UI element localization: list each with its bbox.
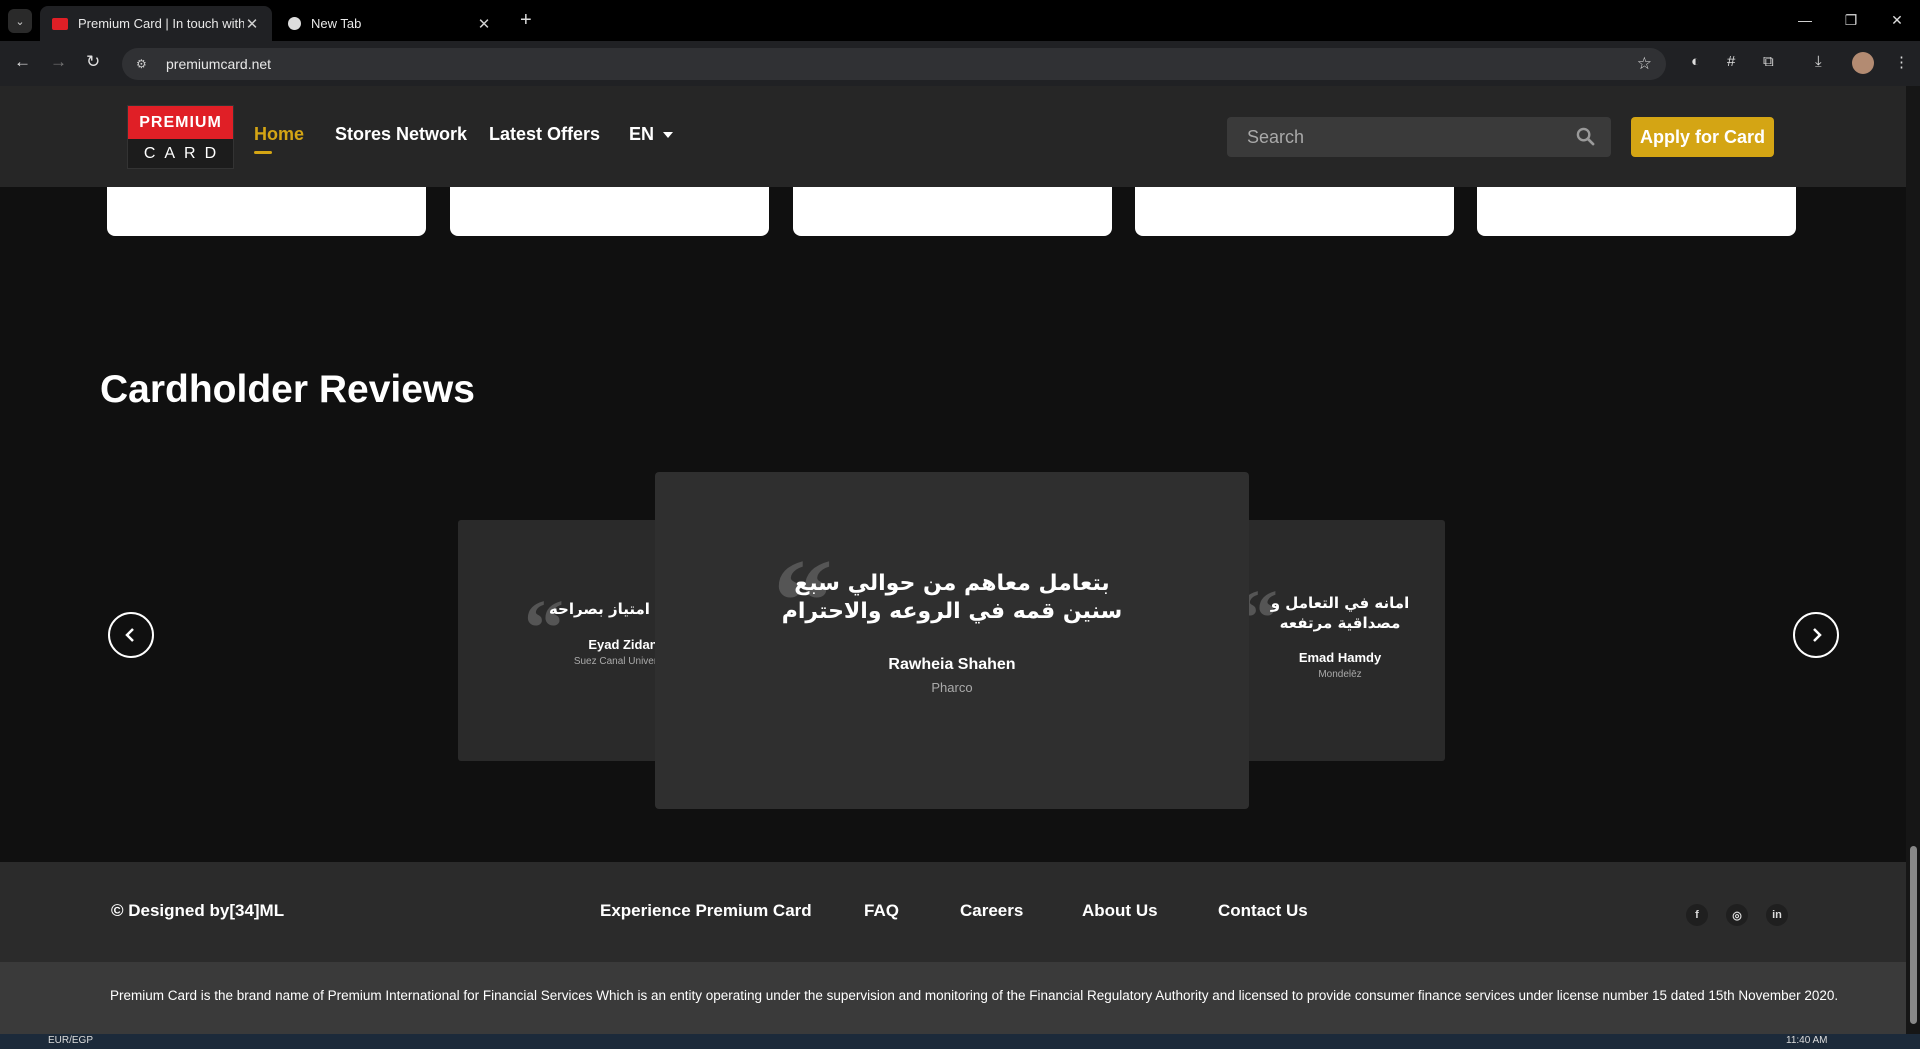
review-text: امانه في التعامل و مصداقية مرتفعه [1270, 594, 1410, 632]
system-clock[interactable]: 11:40 AM [1786, 1035, 1828, 1046]
facebook-icon[interactable]: f [1686, 904, 1708, 926]
puzzle-extensions-icon[interactable]: ⧉ [1763, 53, 1774, 70]
hash-extension-icon[interactable]: # [1727, 53, 1735, 70]
browser-tab-strip: ⌄ Premium Card | In touch with y ✕ New T… [0, 0, 1920, 41]
logo-bottom-text: CARD [143, 145, 226, 162]
apply-for-card-button[interactable]: Apply for Card [1631, 117, 1774, 157]
reviewer-name: Emad Hamdy [1298, 650, 1382, 665]
caret-down-icon [663, 132, 674, 139]
close-tab-icon[interactable]: ✕ [244, 15, 260, 33]
reviewer-company: Mondelēz [1318, 669, 1362, 680]
carousel-prev-button[interactable] [108, 612, 154, 658]
profile-avatar[interactable] [1852, 52, 1874, 74]
page-viewport: PREMIUM CARD Home Stores Network Latest … [0, 86, 1906, 1034]
forward-arrow-icon[interactable]: → [50, 52, 67, 72]
restore-icon[interactable]: ❐ [1828, 0, 1874, 41]
reviewer-company: Pharco [931, 680, 973, 695]
search-box [1227, 117, 1611, 157]
scrollbar-thumb[interactable] [1910, 846, 1917, 1024]
tab-search-button[interactable]: ⌄ [8, 9, 32, 33]
chrome-favicon-icon [288, 17, 301, 30]
currency-widget[interactable]: EUR/EGP [48, 1035, 93, 1046]
search-icon[interactable] [1576, 127, 1595, 146]
window-controls: — ❐ ✕ [1782, 0, 1920, 41]
download-icon[interactable]: ⤓ [1815, 53, 1822, 70]
tab-title: New Tab [311, 16, 362, 31]
review-card-active[interactable]: “ بتعامل معاهم من حوالي سبع سنين قمه في … [655, 472, 1249, 809]
premium-card-logo[interactable]: PREMIUM CARD [127, 105, 234, 169]
language-selector[interactable]: EN [629, 124, 674, 145]
footer-link-careers[interactable]: Careers [960, 901, 1023, 921]
footer-link-about-us[interactable]: About Us [1082, 901, 1158, 921]
url-text: premiumcard.net [166, 56, 272, 72]
search-input[interactable] [1247, 126, 1567, 148]
site-info-icon[interactable]: ⚙ [136, 57, 150, 71]
address-bar[interactable]: ⚙ premiumcard.net ☆ [122, 48, 1666, 80]
footer-top: © Designed by[34]ML Experience Premium C… [0, 862, 1906, 962]
site-footer: © Designed by[34]ML Experience Premium C… [0, 862, 1906, 1034]
browser-toolbar: ← → ↻ ⚙ premiumcard.net ☆ ◐ # ⧉ ⤓ ⋮ [0, 41, 1920, 86]
legal-disclaimer: Premium Card is the brand name of Premiu… [110, 988, 1839, 1003]
browser-tab-new-tab[interactable]: New Tab ✕ [276, 6, 504, 41]
chevron-right-icon [1813, 628, 1822, 642]
new-tab-plus-icon[interactable]: + [520, 9, 532, 32]
footer-legal-bar: Premium Card is the brand name of Premiu… [0, 962, 1906, 1034]
reviews-section-title: Cardholder Reviews [100, 368, 475, 411]
carousel-next-button[interactable] [1793, 612, 1839, 658]
page-scrollbar[interactable] [1906, 86, 1920, 1034]
language-label: EN [629, 124, 655, 144]
reload-icon[interactable]: ↻ [86, 52, 100, 72]
minimize-icon[interactable]: — [1782, 0, 1828, 41]
copyright-text: © Designed by[34]ML [111, 901, 285, 920]
review-text: بتعامل معاهم من حوالي سبع سنين قمه في ال… [781, 571, 1123, 624]
nav-latest-offers[interactable]: Latest Offers [489, 124, 600, 145]
tab-title: Premium Card | In touch with y [78, 16, 244, 31]
reviewer-name: Rawheia Shahen [888, 656, 1016, 673]
nav-stores-network[interactable]: Stores Network [335, 124, 467, 145]
footer-link-contact-us[interactable]: Contact Us [1218, 901, 1308, 921]
logo-top-text: PREMIUM [128, 106, 233, 139]
close-window-icon[interactable]: ✕ [1874, 0, 1920, 41]
premium-card-favicon-icon [52, 17, 68, 30]
os-taskbar: EUR/EGP 11:40 AM [0, 1034, 1920, 1049]
close-tab-icon[interactable]: ✕ [476, 15, 492, 33]
site-header: PREMIUM CARD Home Stores Network Latest … [0, 86, 1906, 187]
back-arrow-icon[interactable]: ← [14, 52, 31, 72]
bookmark-star-icon[interactable]: ☆ [1637, 54, 1652, 74]
footer-link-faq[interactable]: FAQ [864, 901, 899, 921]
kebab-menu-icon[interactable]: ⋮ [1894, 53, 1909, 71]
instagram-icon[interactable]: ◎ [1726, 904, 1748, 926]
extension-icon[interactable]: ◐ [1691, 53, 1700, 70]
browser-tab-premium-card[interactable]: Premium Card | In touch with y ✕ [40, 6, 272, 41]
linkedin-icon[interactable]: in [1766, 904, 1788, 926]
footer-link-experience[interactable]: Experience Premium Card [600, 901, 812, 921]
chevron-left-icon [125, 628, 134, 642]
nav-home[interactable]: Home [254, 124, 304, 154]
